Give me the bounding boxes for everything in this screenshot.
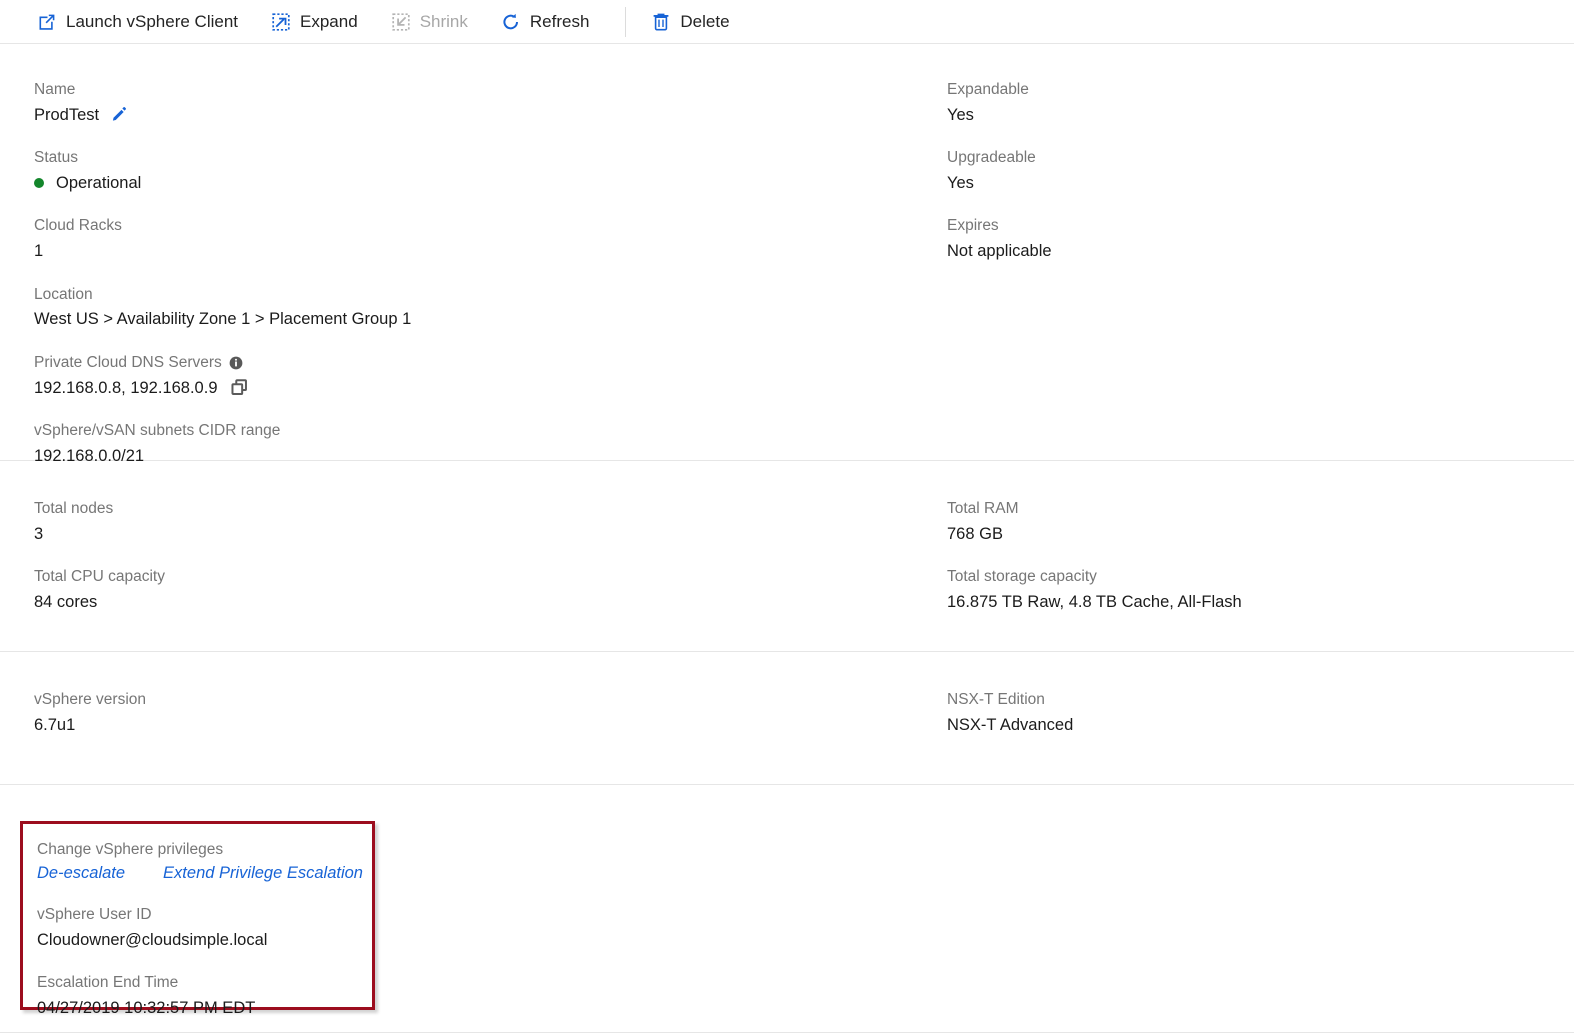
field-total-ram: Total RAM 768 GB bbox=[947, 499, 1574, 545]
field-total-nodes: Total nodes 3 bbox=[34, 499, 947, 545]
field-expandable: Expandable Yes bbox=[947, 80, 1574, 126]
expand-button[interactable]: Expand bbox=[268, 8, 371, 36]
upgradeable-value: Yes bbox=[947, 174, 974, 193]
vsphere-user-id-label: vSphere User ID bbox=[37, 905, 152, 923]
software-section: vSphere version 6.7u1 NSX-T Edition NSX-… bbox=[0, 652, 1574, 785]
dns-servers-label-row: Private Cloud DNS Servers bbox=[34, 353, 947, 374]
capacity-left-column: Total nodes 3 Total CPU capacity 84 core… bbox=[34, 499, 947, 613]
privilege-escalation-content: Change vSphere privileges De-escalate Ex… bbox=[23, 824, 372, 1019]
expand-icon bbox=[271, 12, 291, 32]
status-label: Status bbox=[34, 149, 78, 167]
cloud-racks-label: Cloud Racks bbox=[34, 217, 122, 235]
privileges-section: Change vSphere privileges De-escalate Ex… bbox=[0, 785, 1574, 1033]
privilege-escalation-highlight-box: Change vSphere privileges De-escalate Ex… bbox=[20, 821, 375, 1017]
shrink-icon bbox=[391, 12, 411, 32]
dns-servers-value: 192.168.0.8, 192.168.0.9 bbox=[34, 378, 218, 397]
dns-servers-value-row: 192.168.0.8, 192.168.0.9 bbox=[34, 377, 947, 399]
toolbar-divider bbox=[625, 6, 627, 37]
extend-privilege-escalation-link[interactable]: Extend Privilege Escalation bbox=[163, 864, 363, 883]
software-left-column: vSphere version 6.7u1 bbox=[34, 690, 947, 736]
field-nsxt-edition: NSX-T Edition NSX-T Advanced bbox=[947, 690, 1574, 736]
total-ram-value: 768 GB bbox=[947, 524, 1003, 543]
escalation-end-time-value: 04/27/2019 10:32:57 PM EDT bbox=[37, 999, 256, 1018]
delete-label: Delete bbox=[680, 12, 730, 31]
name-value-row: ProdTest bbox=[34, 104, 947, 126]
overview-section: Name ProdTest Status Operational Cloud R… bbox=[0, 44, 1574, 465]
total-cpu-label: Total CPU capacity bbox=[34, 568, 165, 586]
overview-columns: Name ProdTest Status Operational Cloud R… bbox=[0, 44, 1574, 467]
vsphere-version-label: vSphere version bbox=[34, 691, 147, 708]
change-privileges-label: Change vSphere privileges bbox=[37, 841, 224, 858]
copy-icon[interactable] bbox=[230, 378, 249, 397]
field-change-privileges: Change vSphere privileges De-escalate Ex… bbox=[37, 840, 372, 883]
shrink-label: Shrink bbox=[419, 12, 468, 31]
total-storage-label: Total storage capacity bbox=[947, 568, 1097, 586]
field-escalation-end-time: Escalation End Time 04/27/2019 10:32:57 … bbox=[37, 973, 372, 1019]
dns-servers-label: Private Cloud DNS Servers bbox=[34, 353, 222, 371]
software-right-column: NSX-T Edition NSX-T Advanced bbox=[947, 690, 1574, 736]
vsphere-version-value: 6.7u1 bbox=[34, 715, 76, 734]
overview-left-column: Name ProdTest Status Operational Cloud R… bbox=[34, 80, 947, 467]
field-status: Status Operational bbox=[34, 148, 947, 194]
command-toolbar: Launch vSphere Client Expand Shrink Refr… bbox=[0, 0, 1574, 44]
expandable-value: Yes bbox=[947, 105, 974, 124]
private-cloud-summary-page: Launch vSphere Client Expand Shrink Refr… bbox=[0, 0, 1574, 1034]
upgradeable-label: Upgradeable bbox=[947, 149, 1036, 167]
capacity-right-column: Total RAM 768 GB Total storage capacity … bbox=[947, 499, 1574, 613]
status-badge-dot bbox=[34, 178, 44, 189]
de-escalate-link[interactable]: De-escalate bbox=[37, 864, 125, 883]
delete-button[interactable]: Delete bbox=[648, 8, 742, 36]
nsxt-edition-value: NSX-T Advanced bbox=[947, 715, 1074, 734]
name-label: Name bbox=[34, 81, 76, 98]
total-storage-value: 16.875 TB Raw, 4.8 TB Cache, All-Flash bbox=[947, 593, 1242, 612]
shrink-button[interactable]: Shrink bbox=[388, 8, 481, 36]
field-expires: Expires Not applicable bbox=[947, 216, 1574, 262]
trash-icon bbox=[651, 12, 671, 32]
refresh-label: Refresh bbox=[529, 12, 590, 31]
refresh-button[interactable]: Refresh bbox=[498, 8, 603, 36]
privilege-links-row: De-escalate Extend Privilege Escalation bbox=[37, 864, 372, 883]
nsxt-edition-label: NSX-T Edition bbox=[947, 691, 1045, 708]
status-value-row: Operational bbox=[34, 172, 947, 194]
field-name: Name ProdTest bbox=[34, 80, 947, 126]
total-cpu-value: 84 cores bbox=[34, 593, 98, 612]
field-total-cpu: Total CPU capacity 84 cores bbox=[34, 567, 947, 613]
launch-vsphere-client-button[interactable]: Launch vSphere Client bbox=[34, 8, 251, 36]
expand-label: Expand bbox=[300, 12, 358, 31]
capacity-columns: Total nodes 3 Total CPU capacity 84 core… bbox=[0, 461, 1574, 613]
field-cloud-racks: Cloud Racks 1 bbox=[34, 216, 947, 262]
software-columns: vSphere version 6.7u1 NSX-T Edition NSX-… bbox=[0, 652, 1574, 736]
name-value: ProdTest bbox=[34, 105, 100, 124]
field-dns-servers: Private Cloud DNS Servers 192.168.0.8, 1… bbox=[34, 353, 947, 399]
info-icon[interactable] bbox=[229, 356, 243, 370]
vsphere-user-id-value: Cloudowner@cloudsimple.local bbox=[37, 930, 268, 949]
cidr-range-label: vSphere/vSAN subnets CIDR range bbox=[34, 421, 281, 439]
total-ram-label: Total RAM bbox=[947, 500, 1019, 517]
escalation-end-time-label: Escalation End Time bbox=[37, 974, 179, 992]
edit-pencil-icon[interactable] bbox=[111, 106, 128, 124]
expires-value: Not applicable bbox=[947, 242, 1052, 261]
expandable-label: Expandable bbox=[947, 81, 1029, 98]
field-vsphere-user-id: vSphere User ID Cloudowner@cloudsimple.l… bbox=[37, 905, 372, 951]
external-link-icon bbox=[37, 12, 57, 32]
expires-label: Expires bbox=[947, 217, 999, 235]
field-location: Location West US > Availability Zone 1 >… bbox=[34, 285, 947, 331]
location-value: West US > Availability Zone 1 > Placemen… bbox=[34, 310, 412, 329]
capacity-section: Total nodes 3 Total CPU capacity 84 core… bbox=[0, 461, 1574, 652]
field-upgradeable: Upgradeable Yes bbox=[947, 148, 1574, 194]
launch-vsphere-client-label: Launch vSphere Client bbox=[66, 12, 239, 31]
refresh-icon bbox=[501, 12, 521, 32]
total-nodes-label: Total nodes bbox=[34, 500, 114, 517]
cloud-racks-value: 1 bbox=[34, 242, 44, 261]
overview-right-column: Expandable Yes Upgradeable Yes Expires N… bbox=[947, 80, 1574, 467]
status-value: Operational bbox=[56, 174, 142, 193]
total-nodes-value: 3 bbox=[34, 524, 44, 543]
field-total-storage: Total storage capacity 16.875 TB Raw, 4.… bbox=[947, 567, 1574, 613]
field-vsphere-version: vSphere version 6.7u1 bbox=[34, 690, 947, 736]
location-label: Location bbox=[34, 285, 93, 303]
